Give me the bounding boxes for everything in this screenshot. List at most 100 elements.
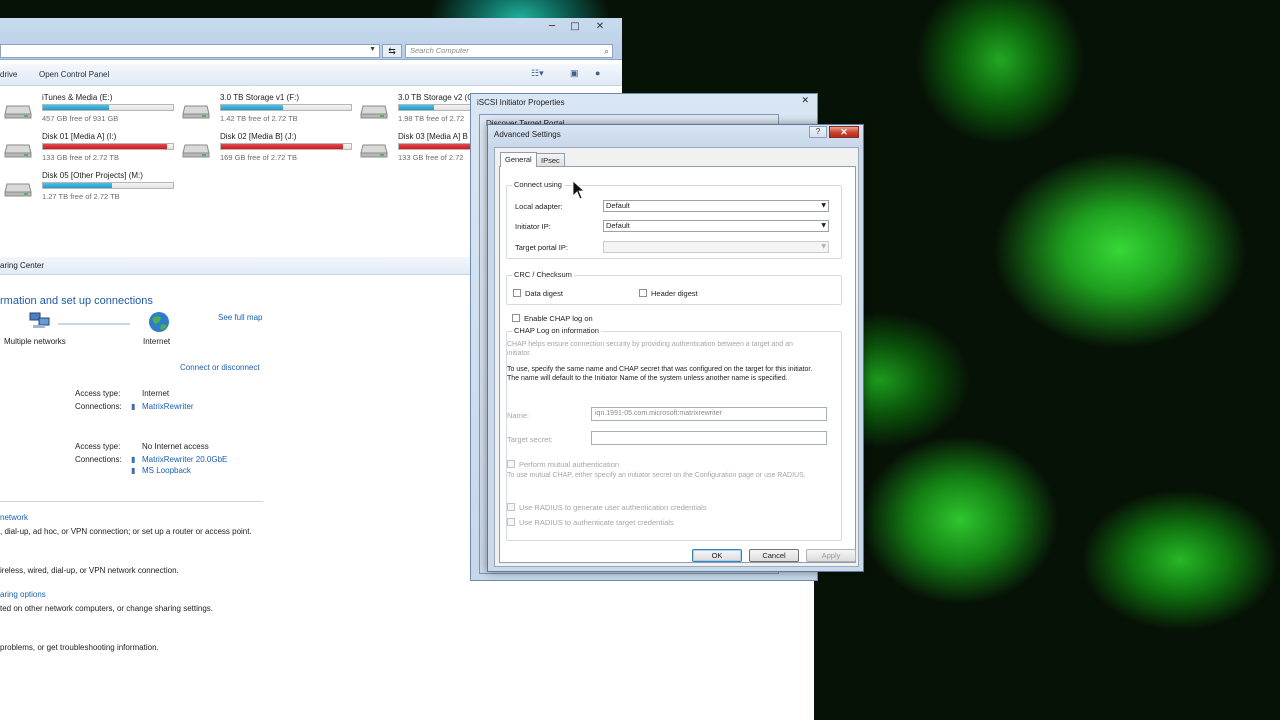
target-secret-field[interactable]	[591, 431, 827, 445]
task-description: ted on other network computers, or chang…	[0, 604, 214, 613]
group-label: CHAP Log on information	[512, 326, 601, 335]
close-button[interactable]: ✕	[588, 20, 612, 34]
cancel-button[interactable]: Cancel	[749, 549, 799, 562]
search-icon[interactable]: ⌕	[604, 45, 609, 57]
drive-free-space: 133 GB free of 2.72 TB	[42, 153, 119, 162]
drive-name: 3.0 TB Storage v1 (F:)	[220, 93, 299, 102]
name-label: Name:	[507, 411, 530, 420]
drive-usage-bar	[42, 182, 174, 189]
chap-name-field[interactable]: iqn.1991-05.com.microsoft:matrixrewriter	[591, 407, 827, 421]
access-type-label: Access type:	[75, 442, 121, 451]
chevron-down-icon: ▼	[821, 243, 826, 250]
data-digest-label: Data digest	[525, 289, 563, 298]
task-description: , dial-up, ad hoc, or VPN connection; or…	[0, 527, 252, 536]
drive-item[interactable]: Disk 05 [Other Projects] (M:) 1.27 TB fre…	[0, 171, 180, 207]
hard-drive-icon	[360, 144, 388, 158]
explorer-titlebar: ─ □ ✕ ▼ ⇆ Search Computer ⌕	[0, 18, 622, 60]
adapter-icon: ▮	[131, 455, 136, 464]
drive-free-space: 1.42 TB free of 2.72 TB	[220, 114, 298, 123]
local-adapter-label: Local adapter:	[515, 202, 563, 211]
connection-link-matrixrewriter-20gbe[interactable]: MatrixRewriter 20.0GbE	[142, 455, 227, 464]
drive-usage-fill	[221, 105, 284, 110]
header-digest-checkbox[interactable]	[639, 289, 647, 297]
target-portal-ip-label: Target portal IP:	[515, 243, 568, 252]
search-placeholder: Search Computer	[410, 46, 469, 55]
help-icon[interactable]: ●	[595, 68, 600, 78]
tab-ipsec[interactable]: IPsec	[536, 153, 565, 167]
refresh-icon: ⇆	[388, 46, 396, 56]
data-digest-checkbox[interactable]	[513, 289, 521, 297]
help-button[interactable]: ?	[809, 126, 827, 138]
chevron-down-icon: ▼	[821, 202, 826, 209]
radius-authenticate-checkbox[interactable]	[507, 518, 515, 526]
drive-name: Disk 02 [Media B] (J:)	[220, 132, 297, 141]
section-divider	[0, 501, 263, 502]
group-label: Connect using	[512, 180, 564, 189]
mutual-help-text: To use mutual CHAP, either specify an in…	[507, 472, 806, 479]
drive-usage-bar	[220, 104, 352, 111]
task-link-sharing-options[interactable]: aring options	[0, 590, 46, 599]
drive-item[interactable]: Disk 02 [Media B] (J:) 169 GB free of 2.7…	[178, 132, 358, 168]
connection-link-matrixrewriter[interactable]: MatrixRewriter	[142, 402, 194, 411]
ok-button[interactable]: OK	[692, 549, 742, 562]
hard-drive-icon	[4, 183, 32, 197]
initiator-ip-select[interactable]: Default ▼	[603, 220, 829, 232]
drive-usage-fill	[43, 144, 167, 149]
radius-authenticate-label: Use RADIUS to authenticate target creden…	[519, 518, 674, 527]
multiple-networks-label: Multiple networks	[4, 337, 66, 346]
local-adapter-select[interactable]: Default ▼	[603, 200, 829, 212]
enable-chap-label: Enable CHAP log on	[524, 314, 593, 323]
radius-generate-checkbox[interactable]	[507, 503, 515, 511]
globe-icon	[149, 312, 169, 332]
see-full-map-link[interactable]: See full map	[218, 313, 262, 322]
maximize-button[interactable]: □	[563, 20, 587, 34]
chevron-down-icon: ▼	[821, 222, 826, 229]
enable-chap-checkbox[interactable]	[512, 314, 520, 322]
hard-drive-icon	[4, 144, 32, 158]
drive-menu-button[interactable]: drive	[0, 70, 17, 79]
drive-free-space: 133 GB free of 2.72	[398, 153, 464, 162]
drive-usage-fill	[221, 144, 344, 149]
dialog-body: General IPsec Connect using Local adapte…	[494, 147, 859, 567]
close-button[interactable]: ✕	[829, 126, 859, 138]
task-description: ireless, wired, dial-up, or VPN network …	[0, 566, 179, 575]
close-button[interactable]: ✕	[801, 95, 809, 106]
adapter-icon: ▮	[131, 466, 136, 475]
tab-general[interactable]: General	[500, 152, 537, 167]
drive-usage-bar	[42, 104, 174, 111]
initiator-ip-value: Default	[606, 221, 630, 230]
connections-label: Connections:	[75, 402, 122, 411]
connect-or-disconnect-link[interactable]: Connect or disconnect	[180, 363, 260, 372]
internet-label: Internet	[143, 337, 171, 346]
breadcrumb[interactable]: aring Center	[0, 257, 470, 275]
local-adapter-value: Default	[606, 201, 630, 210]
chevron-down-icon[interactable]: ▼	[369, 46, 376, 53]
open-control-panel-button[interactable]: Open Control Panel	[39, 70, 109, 79]
advanced-settings-dialog: Advanced Settings ? ✕ General IPsec Conn…	[487, 124, 864, 572]
hard-drive-icon	[182, 105, 210, 119]
drive-item[interactable]: iTunes & Media (E:) 457 GB free of 931 GB	[0, 93, 180, 129]
connection-link-ms-loopback[interactable]: MS Loopback	[142, 466, 191, 475]
refresh-button[interactable]: ⇆	[382, 44, 402, 58]
hard-drive-icon	[360, 105, 388, 119]
task-link-setup-network[interactable]: network	[0, 513, 28, 522]
multiple-networks-icon	[29, 312, 50, 328]
target-portal-ip-select[interactable]: ▼	[603, 241, 829, 253]
drive-usage-fill	[399, 105, 435, 110]
drive-item[interactable]: 3.0 TB Storage v1 (F:) 1.42 TB free of 2.…	[178, 93, 358, 129]
explorer-toolbar: drive Open Control Panel ☷▾ ▣ ●	[0, 64, 622, 86]
chap-logon-group: CHAP Log on information CHAP helps ensur…	[506, 326, 842, 541]
search-input[interactable]: Search Computer ⌕	[405, 44, 613, 58]
mutual-authentication-label: Perform mutual authentication	[519, 460, 620, 469]
mutual-authentication-checkbox[interactable]	[507, 460, 515, 468]
preview-pane-icon[interactable]: ▣	[570, 68, 579, 79]
drive-name: Disk 03 [Media A] B	[398, 132, 468, 141]
minimize-button[interactable]: ─	[540, 20, 564, 34]
apply-button[interactable]: Apply	[806, 549, 856, 562]
connect-using-group: Connect using Local adapter: Default ▼ I…	[506, 180, 842, 259]
drive-name: 3.0 TB Storage v2 (G:)	[398, 93, 479, 102]
address-bar[interactable]: ▼	[0, 44, 380, 58]
adapter-icon: ▮	[131, 402, 136, 411]
view-options-icon[interactable]: ☷▾	[531, 68, 544, 79]
drive-item[interactable]: Disk 01 [Media A] (I:) 133 GB free of 2.7…	[0, 132, 180, 168]
